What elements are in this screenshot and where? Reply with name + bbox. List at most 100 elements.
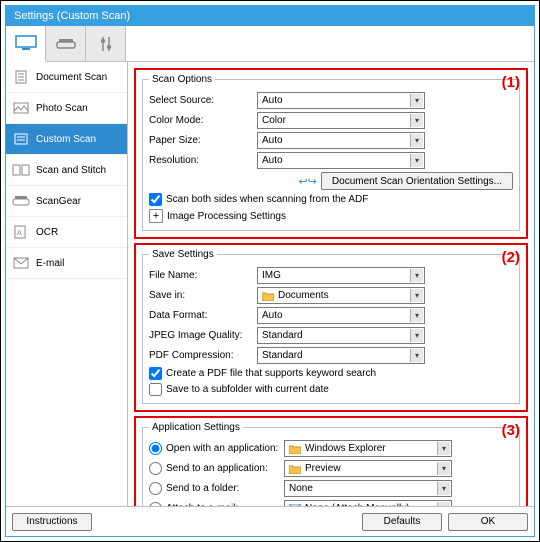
chevron-down-icon: ▾ [410,269,423,282]
chevron-down-icon: ▾ [410,94,423,107]
mail-icon [289,503,301,507]
section-marker-1: (1) [502,74,520,91]
chevron-down-icon: ▾ [410,349,423,362]
stitch-icon [12,163,30,177]
tab-scan-from-computer[interactable] [6,26,46,62]
resolution-dropdown[interactable]: Auto▾ [257,152,425,169]
document-icon [12,70,30,84]
scangear-icon [12,194,30,208]
email-icon [12,256,30,270]
select-source-label: Select Source: [149,95,257,106]
section-scan-options: (1) Scan Options Select Source: Auto▾ Co… [134,68,528,239]
scan-options-legend: Scan Options [149,74,215,85]
save-settings-legend: Save Settings [149,249,217,260]
create-pdf-label: Create a PDF file that supports keyword … [166,368,376,379]
svg-text:A: A [17,230,22,237]
tab-general[interactable] [86,26,126,61]
paper-size-label: Paper Size: [149,135,257,146]
save-in-label: Save in: [149,290,257,301]
sidebar-item-label: Custom Scan [36,134,96,145]
sidebar-item-email[interactable]: E-mail [6,248,127,279]
send-folder-label: Send to a folder: [166,483,284,494]
sidebar-item-photo-scan[interactable]: Photo Scan [6,93,127,124]
file-name-field[interactable]: IMG▾ [257,267,425,284]
pdf-compression-label: PDF Compression: [149,350,257,361]
paper-size-dropdown[interactable]: Auto▾ [257,132,425,149]
sidebar-item-scangear[interactable]: ScanGear [6,186,127,217]
sidebar-item-scan-stitch[interactable]: Scan and Stitch [6,155,127,186]
sidebar: Document Scan Photo Scan Custom Scan Sca… [6,62,128,506]
data-format-label: Data Format: [149,310,257,321]
send-app-dropdown[interactable]: Preview▾ [284,460,452,477]
subfolder-label: Save to a subfolder with current date [166,384,329,395]
attach-email-dropdown[interactable]: None (Attach Manually)▾ [284,500,452,506]
resolution-label: Resolution: [149,155,257,166]
photo-icon [12,101,30,115]
data-format-dropdown[interactable]: Auto▾ [257,307,425,324]
folder-icon [262,290,274,302]
attach-email-radio[interactable] [149,502,162,506]
section-marker-2: (2) [502,249,520,266]
pdf-compression-dropdown[interactable]: Standard▾ [257,347,425,364]
sidebar-item-document-scan[interactable]: Document Scan [6,62,127,93]
monitor-icon [15,35,37,51]
sidebar-item-label: E-mail [36,258,64,269]
sidebar-item-label: Document Scan [36,72,107,83]
jpeg-quality-dropdown[interactable]: Standard▾ [257,327,425,344]
section-app-settings: (3) Application Settings Open with an ap… [134,416,528,506]
chevron-down-icon: ▾ [410,329,423,342]
explorer-icon [289,443,301,455]
sidebar-item-label: Photo Scan [36,103,88,114]
chevron-down-icon: ▾ [410,154,423,167]
jpeg-quality-label: JPEG Image Quality: [149,330,257,341]
sliders-icon [98,35,114,53]
sidebar-item-custom-scan[interactable]: Custom Scan [6,124,127,155]
sidebar-item-label: ScanGear [36,196,81,207]
swap-icon[interactable]: ↩↪ [298,175,316,188]
both-sides-checkbox[interactable] [149,193,162,206]
attach-email-label: Attach to e-mail: [166,503,284,506]
color-mode-dropdown[interactable]: Color▾ [257,112,425,129]
open-app-radio[interactable] [149,442,162,455]
instructions-button[interactable]: Instructions [12,513,92,531]
subfolder-checkbox[interactable] [149,383,162,396]
ok-button[interactable]: OK [448,513,528,531]
open-app-dropdown[interactable]: Windows Explorer▾ [284,440,452,457]
chevron-down-icon: ▾ [410,289,423,302]
sidebar-item-label: OCR [36,227,58,238]
app-settings-legend: Application Settings [149,422,243,433]
sidebar-item-ocr[interactable]: A OCR [6,217,127,248]
ocr-icon: A [12,225,30,239]
img-proc-label: Image Processing Settings [167,211,286,222]
create-pdf-checkbox[interactable] [149,367,162,380]
send-app-label: Send to an application: [166,463,284,474]
expand-img-proc-button[interactable]: + [149,209,163,223]
save-in-dropdown[interactable]: Documents▾ [257,287,425,304]
sidebar-item-label: Scan and Stitch [36,165,106,176]
file-name-label: File Name: [149,270,257,281]
scanner-icon [55,36,77,52]
send-folder-radio[interactable] [149,482,162,495]
custom-icon [12,132,30,146]
chevron-down-icon: ▾ [437,502,450,506]
chevron-down-icon: ▾ [410,134,423,147]
chevron-down-icon: ▾ [410,114,423,127]
orientation-settings-button[interactable]: Document Scan Orientation Settings... [321,172,513,190]
chevron-down-icon: ▾ [437,442,450,455]
both-sides-label: Scan both sides when scanning from the A… [166,194,368,205]
window-title: Settings (Custom Scan) [6,6,534,26]
settings-window: Settings (Custom Scan) Document Scan Pho… [5,5,535,537]
tab-scan-from-panel[interactable] [46,26,86,61]
open-app-label: Open with an application: [166,443,284,454]
chevron-down-icon: ▾ [437,482,450,495]
send-folder-dropdown[interactable]: None▾ [284,480,452,497]
defaults-button[interactable]: Defaults [362,513,442,531]
chevron-down-icon: ▾ [437,462,450,475]
color-mode-label: Color Mode: [149,115,257,126]
top-toolbar [6,26,534,62]
send-app-radio[interactable] [149,462,162,475]
footer: Instructions Defaults OK [6,506,534,536]
preview-icon [289,463,301,475]
main-panel: (1) Scan Options Select Source: Auto▾ Co… [128,62,534,506]
select-source-dropdown[interactable]: Auto▾ [257,92,425,109]
